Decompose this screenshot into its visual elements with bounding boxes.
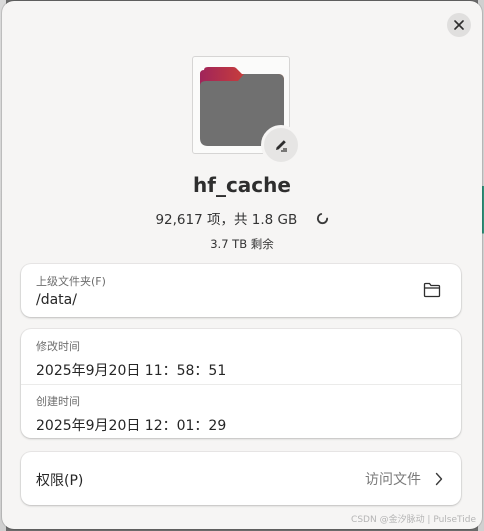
watermark: CSDN @金汐脉动 | PulseTide bbox=[351, 515, 476, 525]
created-label: 创建时间 bbox=[36, 395, 80, 408]
close-icon bbox=[454, 20, 464, 30]
properties-dialog: hf_cache 92,617 项，共 1.8 GB 3.7 TB 剩余 上级文… bbox=[2, 1, 482, 529]
modified-value: 2025年9月20日 11：58：51 bbox=[36, 363, 227, 379]
summary-text: 92,617 项，共 1.8 GB bbox=[155, 212, 298, 228]
item-summary: 92,617 项，共 1.8 GB bbox=[2, 208, 482, 229]
free-space: 3.7 TB 剩余 bbox=[210, 237, 274, 251]
parent-folder-card: 上级文件夹(F) /data/ bbox=[21, 264, 461, 317]
permissions-label: 权限(P) bbox=[36, 473, 84, 489]
timestamps-card: 修改时间 2025年9月20日 11：58：51 创建时间 2025年9月20日… bbox=[21, 329, 461, 438]
open-parent-folder-button[interactable] bbox=[423, 282, 443, 300]
folder-open-icon bbox=[423, 282, 441, 298]
chevron-right-icon bbox=[435, 472, 443, 486]
row-divider bbox=[21, 384, 461, 385]
rename-button[interactable] bbox=[261, 125, 301, 165]
item-name: hf_cache bbox=[193, 173, 291, 197]
parent-folder-label: 上级文件夹(F) bbox=[36, 275, 106, 288]
permissions-value: 访问文件 bbox=[365, 472, 421, 488]
parent-folder-path: /data/ bbox=[36, 292, 77, 308]
close-button[interactable] bbox=[447, 13, 471, 37]
created-value: 2025年9月20日 12：01：29 bbox=[36, 418, 227, 434]
permissions-summary: 访问文件 bbox=[365, 469, 443, 489]
permissions-row[interactable]: 权限(P) 访问文件 bbox=[21, 452, 461, 505]
modified-label: 修改时间 bbox=[36, 340, 80, 353]
loading-spinner-icon bbox=[316, 212, 329, 229]
pencil-icon bbox=[276, 140, 287, 152]
